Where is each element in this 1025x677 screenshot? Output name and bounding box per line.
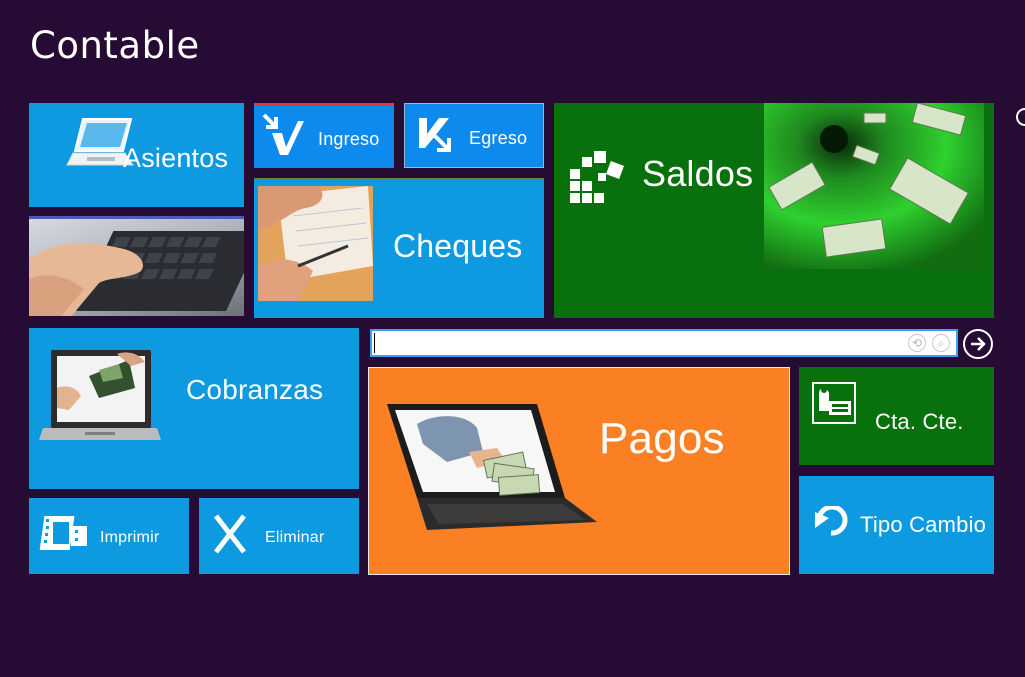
tile-cheques[interactable]: Cheques bbox=[254, 178, 544, 318]
tile-cta-cte[interactable]: Cta. Cte. bbox=[799, 367, 994, 465]
tile-saldos-label: Saldos bbox=[642, 153, 754, 194]
printer-icon bbox=[812, 382, 856, 424]
tile-egreso-label: Egreso bbox=[469, 128, 528, 148]
keyboard-image bbox=[29, 216, 244, 316]
undo-arrow-icon bbox=[815, 506, 848, 536]
search-bar: ⟲ ⌕ bbox=[370, 329, 958, 357]
egreso-arrow-icon bbox=[419, 118, 451, 152]
tile-cobranzas-label: Cobranzas bbox=[186, 374, 324, 405]
blocks-icon bbox=[570, 151, 624, 203]
search-icon[interactable]: ⌕ bbox=[932, 334, 950, 352]
tile-asientos[interactable]: Asientos bbox=[29, 103, 244, 207]
tile-pagos-label: Pagos bbox=[599, 414, 725, 463]
tile-eliminar[interactable]: Eliminar bbox=[199, 498, 359, 574]
page-title: Contable bbox=[30, 24, 200, 67]
tile-imprimir-label: Imprimir bbox=[100, 529, 160, 546]
laptop-money-image bbox=[39, 350, 161, 440]
tile-saldos[interactable]: Saldos bbox=[554, 103, 994, 318]
arrow-right-icon[interactable] bbox=[963, 329, 993, 359]
money-tunnel-image bbox=[764, 103, 984, 269]
ingreso-arrow-icon bbox=[262, 113, 304, 155]
tile-ingreso[interactable]: Ingreso bbox=[254, 103, 394, 168]
tile-asientos-label: Asientos bbox=[123, 143, 229, 173]
x-icon bbox=[214, 514, 246, 554]
tile-imprimir[interactable]: Imprimir bbox=[29, 498, 189, 574]
keyboard-photo bbox=[29, 231, 244, 316]
film-icon bbox=[39, 516, 87, 550]
tile-ingreso-label: Ingreso bbox=[318, 129, 380, 149]
tile-eliminar-label: Eliminar bbox=[265, 529, 325, 546]
search-input[interactable] bbox=[374, 333, 903, 353]
tile-pagos[interactable]: Pagos bbox=[368, 367, 790, 575]
clear-icon[interactable]: ⟲ bbox=[908, 334, 926, 352]
cheque-photo bbox=[258, 186, 373, 301]
tile-egreso[interactable]: Egreso bbox=[404, 103, 544, 168]
laptop-payment-image bbox=[387, 404, 597, 530]
scroll-indicator[interactable] bbox=[1016, 108, 1025, 126]
tile-cta-cte-label: Cta. Cte. bbox=[875, 409, 964, 434]
tile-cheques-label: Cheques bbox=[393, 228, 523, 264]
tile-tipo-cambio-label: Tipo Cambio bbox=[860, 512, 987, 537]
tile-tipo-cambio[interactable]: Tipo Cambio bbox=[799, 476, 994, 574]
tile-cobranzas[interactable]: Cobranzas bbox=[29, 328, 359, 489]
